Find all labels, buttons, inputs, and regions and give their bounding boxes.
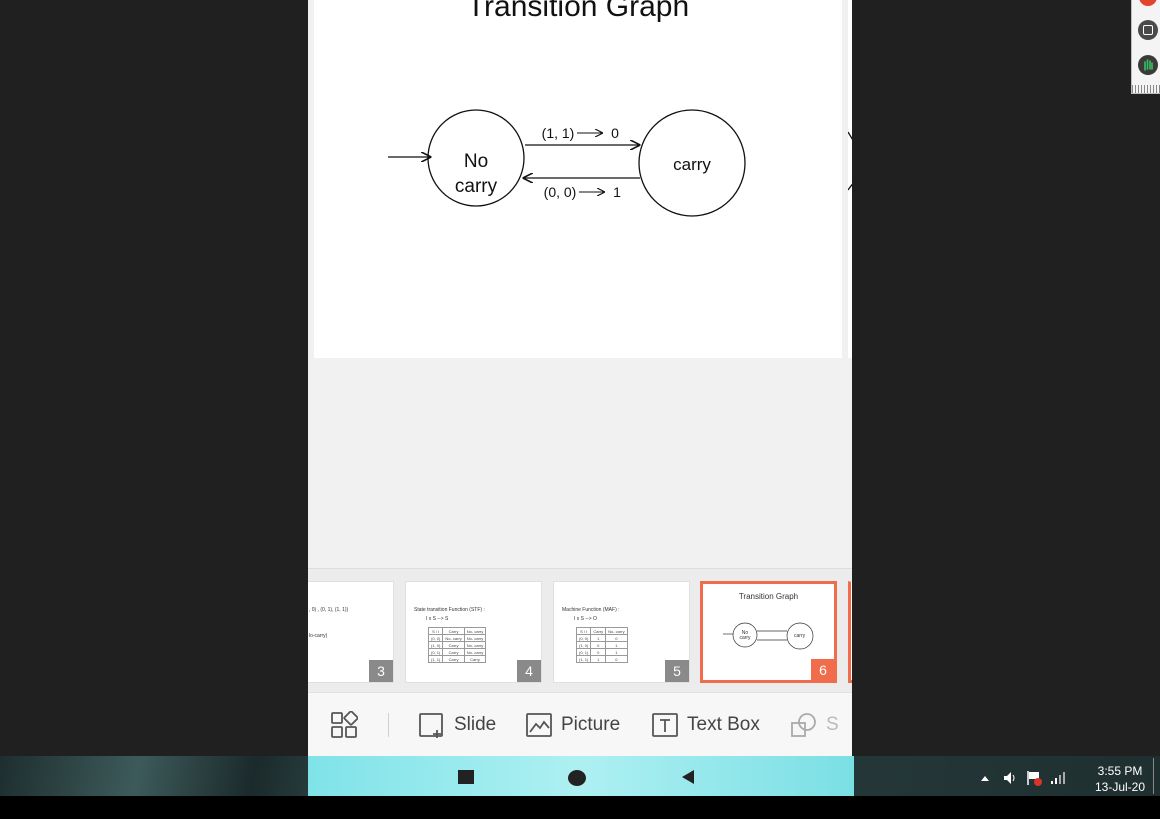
slide-canvas: Transition Graph No carry carry (1, 1) 0… bbox=[308, 0, 852, 568]
edge-bottom-input: (0, 0) bbox=[544, 184, 577, 200]
insert-picture-button[interactable]: Picture bbox=[525, 709, 620, 741]
insert-toolbar: Slide Picture Text Box S bbox=[308, 692, 852, 756]
screen-bottom-bar bbox=[0, 796, 1160, 819]
phone-mirror: Transition Graph No carry carry (1, 1) 0… bbox=[308, 0, 852, 756]
volume-icon[interactable] bbox=[1002, 770, 1018, 786]
text-box-icon bbox=[652, 713, 678, 737]
next-slide-peek[interactable] bbox=[847, 0, 852, 358]
desktop-screen: Transition Graph No carry carry (1, 1) 0… bbox=[0, 0, 1160, 819]
slide-thumbnail-strip[interactable]: , 0) , (0, 1), (1, 1)) lo-carry) 3 State… bbox=[308, 568, 852, 692]
thumb-6-number: 6 bbox=[811, 659, 834, 680]
show-hidden-icons-icon[interactable] bbox=[980, 774, 990, 782]
network-signal-icon[interactable] bbox=[1050, 771, 1066, 785]
touch-hand-icon[interactable] bbox=[1138, 55, 1158, 75]
thumb-6-state-right: carry bbox=[794, 633, 806, 639]
transition-graph-diagram: No carry carry (1, 1) 0 (0, 0) 1 bbox=[388, 109, 746, 217]
window-icon[interactable] bbox=[1138, 20, 1158, 40]
thumb-5-number: 5 bbox=[665, 660, 689, 682]
phone-navigation-bar bbox=[308, 756, 854, 796]
add-slide-label: Slide bbox=[454, 714, 497, 735]
state-carry-label: carry bbox=[673, 155, 711, 174]
panel-grip[interactable] bbox=[1132, 85, 1160, 93]
clock-date: 13-Jul-20 bbox=[1094, 780, 1146, 794]
thumb-5-table: S / I Carry No- carry (0, 0) 1 0 (1, 0) 0 1 (0… bbox=[575, 627, 628, 663]
thumb-6-state-left: No carry bbox=[739, 630, 751, 641]
insert-picture-label: Picture bbox=[561, 714, 621, 735]
thumbnail-slide-6[interactable]: Transition Graph No carry carry 6 bbox=[700, 581, 837, 683]
taskbar-clock[interactable]: 3:55 PM 13-Jul-20 bbox=[1085, 763, 1155, 795]
show-desktop-button[interactable] bbox=[1153, 758, 1160, 794]
recent-apps-icon[interactable] bbox=[458, 770, 474, 784]
action-center-flag-icon[interactable] bbox=[1026, 770, 1042, 786]
system-tray: 3:55 PM 13-Jul-20 bbox=[970, 760, 1160, 796]
floating-side-panel bbox=[1131, 0, 1160, 94]
toolbar-divider bbox=[388, 713, 389, 737]
grid-layout-icon bbox=[331, 711, 358, 738]
clock-time: 3:55 PM bbox=[1097, 764, 1143, 778]
thumb-4-number: 4 bbox=[517, 660, 541, 682]
thumb-5-sub: I x S --> O bbox=[574, 616, 597, 622]
edge-top-output: 0 bbox=[611, 125, 619, 141]
notification-badge-icon[interactable] bbox=[1139, 0, 1157, 6]
thumbnail-slide-7-peek[interactable] bbox=[848, 581, 852, 683]
shape-icon bbox=[791, 713, 816, 737]
thumb-4-table: S / I Carry No- carry (0, 0) No- carry No- c… bbox=[427, 627, 487, 663]
thumb-4-sub: I x S --> S bbox=[426, 616, 449, 622]
back-icon[interactable] bbox=[682, 770, 694, 784]
picture-icon bbox=[526, 713, 552, 737]
add-slide-button[interactable]: Slide bbox=[418, 709, 496, 741]
thumb-3-number: 3 bbox=[369, 660, 393, 682]
insert-shape-label: S bbox=[826, 714, 839, 735]
thumb-4-heading: State transition Function (STF) : bbox=[414, 607, 485, 613]
current-slide[interactable]: Transition Graph No carry carry (1, 1) 0… bbox=[314, 0, 842, 358]
slide-layout-button[interactable] bbox=[330, 709, 366, 741]
edge-bottom-output: 1 bbox=[613, 184, 621, 200]
insert-shape-button[interactable]: S bbox=[790, 709, 839, 741]
thumb-5-heading: Machine Function (MAF) : bbox=[562, 607, 620, 613]
insert-text-box-button[interactable]: Text Box bbox=[651, 709, 760, 741]
home-icon[interactable] bbox=[568, 770, 586, 786]
insert-text-box-label: Text Box bbox=[687, 714, 760, 735]
add-slide-icon bbox=[419, 713, 443, 738]
thumbnail-slide-3[interactable]: , 0) , (0, 1), (1, 1)) lo-carry) 3 bbox=[308, 581, 394, 683]
thumbnail-slide-4[interactable]: State transition Function (STF) : I x S … bbox=[405, 581, 542, 683]
edge-top-input: (1, 1) bbox=[542, 125, 575, 141]
thumb-3-text-2: lo-carry) bbox=[309, 633, 328, 639]
thumbnail-slide-5[interactable]: Machine Function (MAF) : I x S --> O S /… bbox=[553, 581, 690, 683]
state-no-carry-label-1: No bbox=[464, 151, 488, 172]
state-no-carry-label-2: carry bbox=[455, 176, 498, 197]
thumb-3-text-1: , 0) , (0, 1), (1, 1)) bbox=[309, 607, 349, 613]
